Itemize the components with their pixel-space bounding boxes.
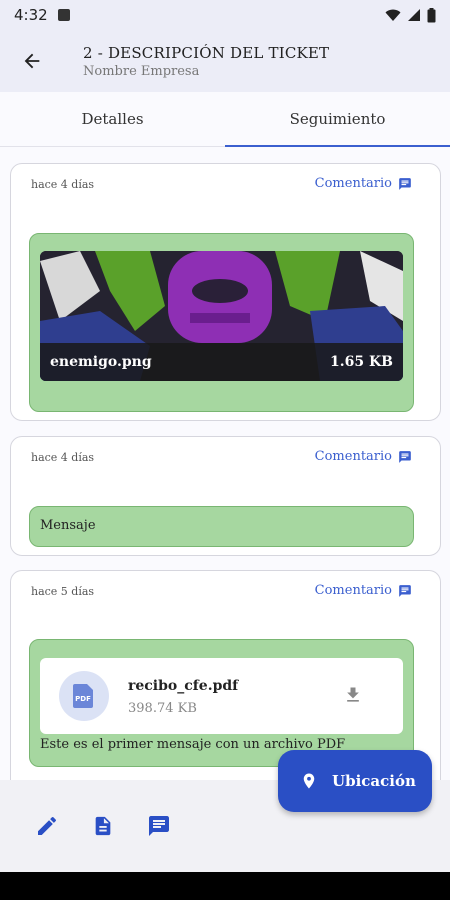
comment-label: Comentario [314,449,392,464]
comment-label: Comentario [314,176,392,191]
message-bubble: enemigo.png 1.65 KB [29,233,414,412]
tab-seguimiento[interactable]: Seguimiento [225,92,450,147]
notification-icon [57,9,70,21]
attachment-name: recibo_cfe.pdf [128,678,239,694]
location-pin-icon [303,773,315,789]
comment-link[interactable]: Comentario [315,449,412,464]
download-icon [347,687,359,702]
timeline-list[interactable]: hace 4 días Comentario enemigo.png 1.65 … [0,148,450,780]
card-time: hace 4 días [31,451,95,464]
timeline-card: hace 4 días Comentario enemigo.png 1.65 … [10,163,441,421]
attachment-size: 398.74 KB [128,701,197,716]
message-bubble: PDF recibo_cfe.pdf 398.74 KB Este es el … [29,639,414,767]
wifi-icon [385,9,401,21]
message-bubble: Mensaje [29,506,414,547]
card-time: hace 5 días [31,585,95,598]
attachment-size: 1.65 KB [330,354,393,370]
app-bar: 2 - DESCRIPCIÓN DEL TICKET Nombre Empres… [0,30,450,92]
page-subtitle: Nombre Empresa [83,63,200,79]
document-button[interactable] [90,813,116,839]
tab-bar: Detalles Seguimiento [0,92,450,147]
timeline-card: hace 4 días Comentario Mensaje [10,436,441,556]
status-time: 4:32 [14,6,48,24]
message-text: Mensaje [40,518,96,533]
page-title: 2 - DESCRIPCIÓN DEL TICKET [83,43,330,62]
screen: 4:32 2 - DESCRIPCIÓN DEL TICKET Nombre E… [0,0,450,872]
title-group: 2 - DESCRIPCIÓN DEL TICKET Nombre Empres… [83,44,329,79]
card-time: hace 4 días [31,178,95,191]
comment-link[interactable]: Comentario [315,176,412,191]
comment-icon [399,177,411,190]
document-icon [95,816,111,836]
pdf-attachment[interactable]: PDF recibo_cfe.pdf 398.74 KB [40,658,403,734]
comment-link[interactable]: Comentario [315,583,412,598]
signal-icon [408,9,420,21]
arrow-back-icon [24,53,40,69]
edit-icon [38,816,57,835]
status-bar: 4:32 [0,0,450,30]
location-fab[interactable]: Ubicación [278,750,432,812]
chat-icon [149,816,169,836]
edit-button[interactable] [34,813,60,839]
fab-label: Ubicación [332,772,416,790]
comment-icon [399,450,411,463]
battery-icon [427,7,436,22]
pdf-icon-wrap: PDF [59,671,109,721]
system-nav-bar [0,872,450,900]
message-button[interactable] [146,813,172,839]
pdf-file-icon: PDF [73,684,93,708]
comment-label: Comentario [314,583,392,598]
attachment-caption: enemigo.png 1.65 KB [40,343,403,381]
download-button[interactable] [343,684,363,710]
pdf-icon-text: PDF [75,695,91,703]
back-button[interactable] [0,30,64,92]
timeline-card: hace 5 días Comentario PDF recibo_cfe.pd… [10,570,441,780]
status-icons [385,7,436,23]
comment-icon [399,584,411,597]
attachment-name: enemigo.png [50,354,152,370]
image-attachment[interactable]: enemigo.png 1.65 KB [40,251,403,381]
tab-detalles[interactable]: Detalles [0,92,225,146]
